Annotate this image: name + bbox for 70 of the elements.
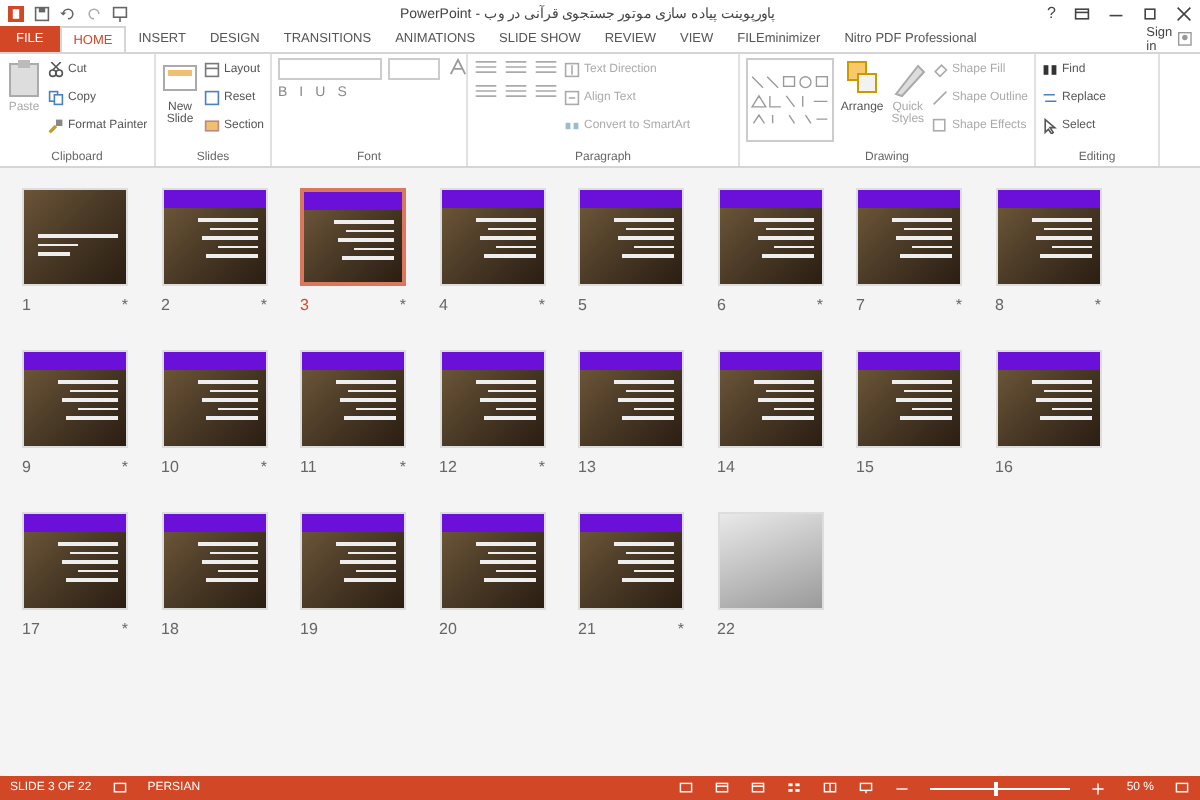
smartart-icon — [564, 117, 580, 133]
slide-number: 8 — [995, 296, 1004, 314]
zoom-in-icon[interactable] — [1090, 781, 1107, 795]
zoom-slider-thumb[interactable] — [993, 781, 998, 795]
slide-number: 13 — [578, 458, 596, 476]
animation-mark[interactable]: * — [399, 458, 406, 476]
animation-mark[interactable]: * — [121, 620, 128, 638]
animation-mark[interactable]: * — [538, 458, 545, 476]
slide-number: 22 — [717, 620, 735, 638]
slide-thumbnail[interactable] — [300, 188, 406, 286]
slide-number: 5 — [578, 296, 587, 314]
layout-icon — [204, 61, 220, 77]
slide-number: 15 — [856, 458, 874, 476]
scissors-icon — [48, 61, 64, 77]
paste-icon — [6, 58, 42, 98]
user-icon[interactable] — [1178, 32, 1192, 46]
animation-mark[interactable]: * — [399, 296, 406, 314]
font-name-field[interactable] — [278, 58, 382, 80]
reading-view-icon[interactable] — [822, 781, 839, 795]
save-icon[interactable] — [34, 5, 50, 21]
slide-number: 18 — [161, 620, 179, 638]
ribbon-options-icon[interactable] — [1074, 5, 1090, 21]
animation-mark[interactable]: * — [260, 296, 267, 314]
copy-icon — [48, 89, 64, 105]
help-button[interactable]: ? — [1047, 4, 1056, 22]
undo-icon[interactable] — [60, 5, 76, 21]
presentation-icon[interactable] — [112, 5, 128, 21]
slide-number: 2 — [161, 296, 170, 314]
slide-number: 10 — [161, 458, 179, 476]
arrange-icon — [844, 58, 881, 98]
slide-number: 9 — [22, 458, 31, 476]
animation-mark[interactable]: * — [538, 296, 545, 314]
normal-view-icon[interactable] — [750, 781, 767, 795]
pen-icon — [931, 89, 948, 105]
shapes-gallery[interactable] — [746, 58, 835, 142]
animation-mark[interactable]: * — [816, 296, 823, 314]
brush-icon — [48, 117, 64, 133]
animation-mark[interactable]: * — [121, 458, 128, 476]
slide-number: 19 — [300, 620, 318, 638]
animation-mark[interactable]: * — [260, 458, 267, 476]
slide-number: 6 — [717, 296, 726, 314]
slide-number: 14 — [717, 458, 735, 476]
slide-number: 7 — [856, 296, 865, 314]
app-logo-icon — [8, 5, 24, 21]
slide-number: 12 — [439, 458, 457, 476]
fit-to-window-icon[interactable] — [1174, 781, 1190, 795]
section-icon — [204, 117, 220, 133]
animation-mark[interactable]: * — [1094, 296, 1101, 314]
animation-mark[interactable]: * — [677, 620, 684, 638]
maximize-icon[interactable] — [1142, 5, 1158, 21]
animation-mark[interactable]: * — [955, 296, 962, 314]
slide-number: 17 — [22, 620, 40, 638]
slide-number: 16 — [995, 458, 1013, 476]
slide-number: 3 — [300, 296, 309, 314]
cursor-icon — [1042, 117, 1058, 133]
close-icon[interactable] — [1176, 5, 1192, 21]
reset-icon — [204, 89, 220, 105]
font-size-field[interactable] — [388, 58, 440, 80]
slide-sorter-icon[interactable] — [786, 781, 803, 795]
effects-icon — [931, 117, 948, 133]
slide-number: 4 — [439, 296, 448, 314]
slide-number: 11 — [300, 458, 317, 476]
text-direction-icon — [564, 61, 580, 77]
slide-show-icon[interactable] — [858, 781, 875, 795]
slide-number: 21 — [578, 620, 596, 638]
grow-font-icon[interactable] — [446, 58, 466, 76]
slide-number: 1 — [22, 296, 31, 314]
align-text-icon — [564, 89, 580, 105]
slide-number: 20 — [439, 620, 457, 638]
animation-mark[interactable]: * — [121, 296, 128, 314]
